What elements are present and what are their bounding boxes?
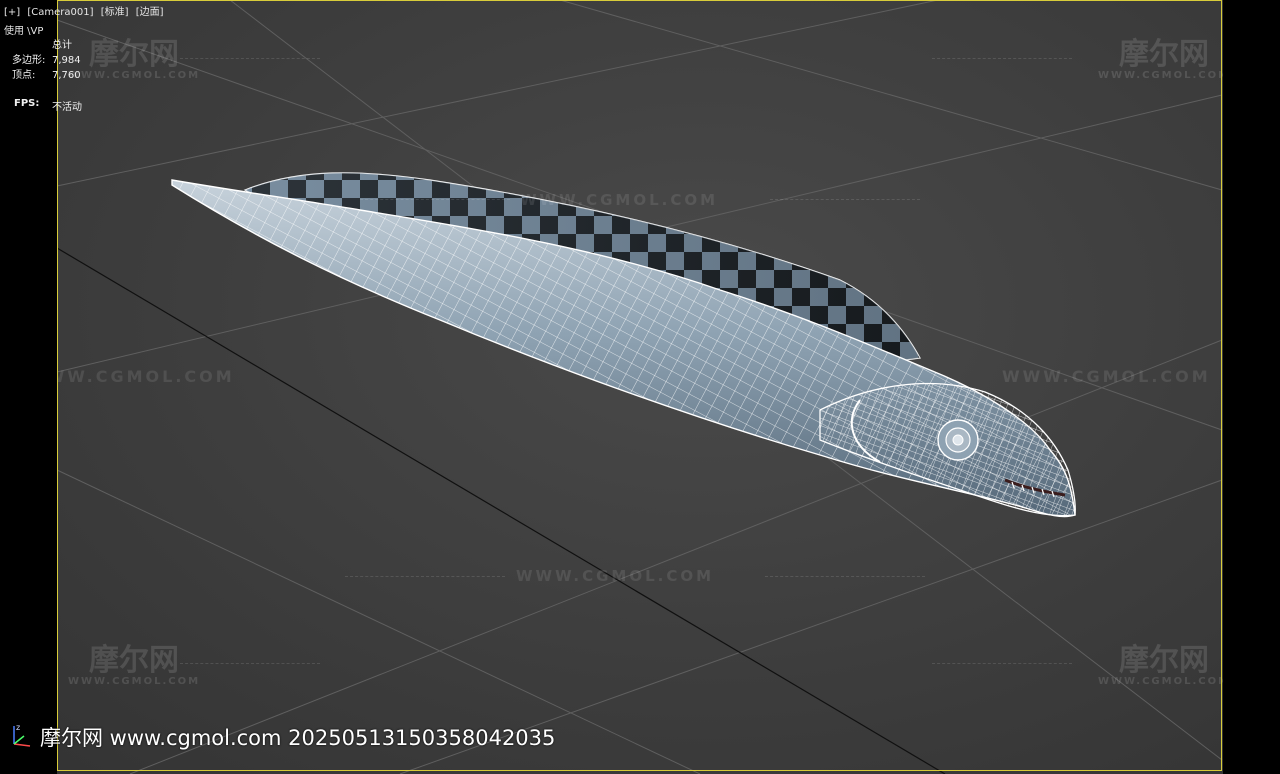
watermark-url: WWW.CGMOL.COM	[520, 191, 719, 209]
watermark-logo: 摩尔网 WWW.CGMOL.COM	[68, 643, 201, 688]
watermark-dash	[765, 576, 925, 577]
watermark-dash	[770, 199, 920, 200]
footer-watermark: 摩尔网 www.cgmol.com 20250513150358042035	[40, 726, 556, 750]
viewport-sub-label: 使用 \VP	[4, 26, 44, 37]
watermark-dash	[932, 58, 1072, 59]
polygons-value: 7,984	[52, 55, 81, 66]
watermark-dash	[932, 663, 1072, 664]
viewport-label-menu: [+] [Camera001] [标准] [边面]	[4, 6, 168, 19]
camera-viewport[interactable]: 摩尔网 WWW.CGMOL.COM 摩尔网 WWW.CGMOL.COM 摩尔网 WWW…	[0, 0, 1280, 774]
fps-value: 不活动	[52, 102, 82, 113]
scene-statistics: 总计 多边形: 7,984 顶点: 7,760	[12, 38, 81, 83]
watermark-url: WWW.CGMOL.COM	[516, 567, 715, 585]
fps-label: FPS:	[14, 98, 40, 109]
letterbox-left	[0, 0, 57, 774]
watermark-logo: 摩尔网 WWW.CGMOL.COM	[1098, 37, 1231, 82]
viewport-general-menu[interactable]: [+]	[4, 7, 20, 18]
axis-tripod-icon: z	[13, 723, 31, 747]
watermark-dash	[180, 58, 320, 59]
vertices-value: 7,760	[52, 70, 81, 81]
viewport-shading-standard-menu[interactable]: [标准]	[101, 7, 129, 18]
watermark-dash	[345, 576, 505, 577]
watermark-dash	[180, 663, 320, 664]
letterbox-right	[1223, 0, 1280, 774]
svg-text:z: z	[16, 723, 20, 732]
vertices-label: 顶点:	[12, 70, 36, 81]
viewport-edged-faces-menu[interactable]: [边面]	[136, 7, 164, 18]
watermark-url: WWW.CGMOL.COM	[26, 367, 235, 386]
watermark-url: WWW.CGMOL.COM	[1002, 367, 1211, 386]
stats-header: 总计	[52, 40, 72, 51]
fish-eye	[937, 419, 979, 461]
viewport-camera-menu[interactable]: [Camera001]	[27, 7, 93, 18]
fps-readout: FPS: 不活动	[14, 98, 82, 113]
watermark-logo: 摩尔网 WWW.CGMOL.COM	[68, 37, 201, 82]
watermark-dash	[360, 199, 510, 200]
polygons-label: 多边形:	[12, 55, 46, 66]
watermark-logo: 摩尔网 WWW.CGMOL.COM	[1098, 643, 1231, 688]
